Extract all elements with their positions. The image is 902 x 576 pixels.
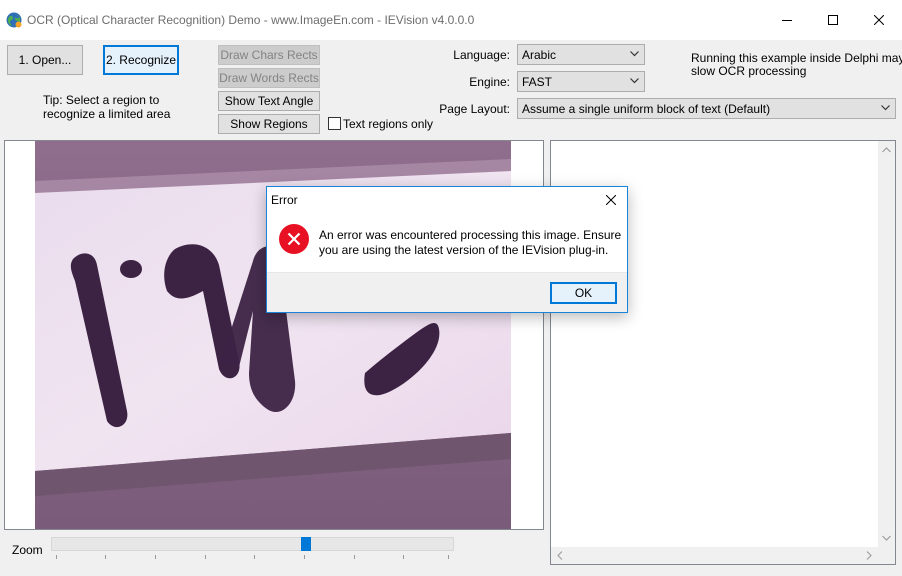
ok-button[interactable]: OK: [550, 282, 617, 304]
page-layout-label: Page Layout:: [439, 102, 510, 116]
page-layout-value: Assume a single uniform block of text (D…: [522, 101, 771, 116]
horizontal-scrollbar[interactable]: [551, 547, 878, 564]
tip-line-1: Tip: Select a region to: [43, 93, 160, 107]
notice-line-1: Running this example inside Delphi may: [691, 51, 902, 65]
scroll-right-icon[interactable]: [866, 551, 872, 560]
zoom-tick: [56, 555, 57, 559]
close-icon: [874, 15, 884, 25]
zoom-tick: [403, 555, 404, 559]
minimize-icon: [782, 20, 792, 21]
chevron-down-icon: [881, 105, 890, 111]
scrollbar-corner: [878, 547, 895, 564]
maximize-icon: [828, 15, 838, 25]
scroll-down-icon[interactable]: [882, 535, 891, 541]
notice-line-2: slow OCR processing: [691, 64, 807, 78]
vertical-scrollbar[interactable]: [878, 141, 895, 547]
error-icon: [279, 224, 309, 254]
engine-select[interactable]: FAST: [517, 71, 645, 92]
dialog-message: An error was encountered processing this…: [319, 228, 622, 257]
show-regions-button[interactable]: Show Regions: [218, 114, 320, 134]
zoom-tick: [254, 555, 255, 559]
maximize-button[interactable]: [810, 0, 856, 40]
tip-line-2: recognize a limited area: [43, 107, 171, 121]
zoom-tick: [448, 555, 449, 559]
close-icon: [606, 195, 616, 205]
zoom-tick: [205, 555, 206, 559]
window-title: OCR (Optical Character Recognition) Demo…: [27, 13, 475, 27]
zoom-tick: [304, 555, 305, 559]
language-label: Language:: [453, 48, 510, 62]
dialog-footer: OK: [267, 272, 627, 312]
show-text-angle-button[interactable]: Show Text Angle: [218, 91, 320, 111]
zoom-tick: [354, 555, 355, 559]
language-select[interactable]: Arabic: [517, 44, 645, 65]
chevron-down-icon: [630, 51, 639, 57]
engine-label: Engine:: [469, 75, 510, 89]
language-value: Arabic: [522, 47, 557, 62]
error-dialog: Error An error was encountered processin…: [266, 186, 628, 313]
zoom-slider-thumb[interactable]: [301, 537, 311, 551]
draw-chars-rects-button[interactable]: Draw Chars Rects: [218, 45, 320, 65]
close-button[interactable]: [856, 0, 902, 40]
scroll-left-icon[interactable]: [557, 551, 563, 560]
scroll-up-icon[interactable]: [882, 147, 891, 153]
engine-value: FAST: [522, 74, 553, 89]
recognize-button[interactable]: 2. Recognize: [103, 45, 179, 75]
page-layout-select[interactable]: Assume a single uniform block of text (D…: [517, 98, 896, 119]
chevron-down-icon: [630, 78, 639, 84]
zoom-slider[interactable]: [51, 537, 454, 551]
zoom-tick: [105, 555, 106, 559]
globe-icon: [6, 12, 22, 28]
dialog-close-button[interactable]: [595, 187, 627, 213]
dialog-title: Error: [271, 193, 298, 207]
open-button[interactable]: 1. Open...: [7, 45, 83, 75]
title-bar: OCR (Optical Character Recognition) Demo…: [0, 0, 902, 40]
zoom-label: Zoom: [12, 543, 43, 557]
text-regions-only-label: Text regions only: [343, 117, 434, 131]
text-regions-only-checkbox[interactable]: [328, 117, 341, 130]
draw-words-rects-button[interactable]: Draw Words Rects: [218, 68, 320, 88]
minimize-button[interactable]: [764, 0, 810, 40]
zoom-tick: [155, 555, 156, 559]
